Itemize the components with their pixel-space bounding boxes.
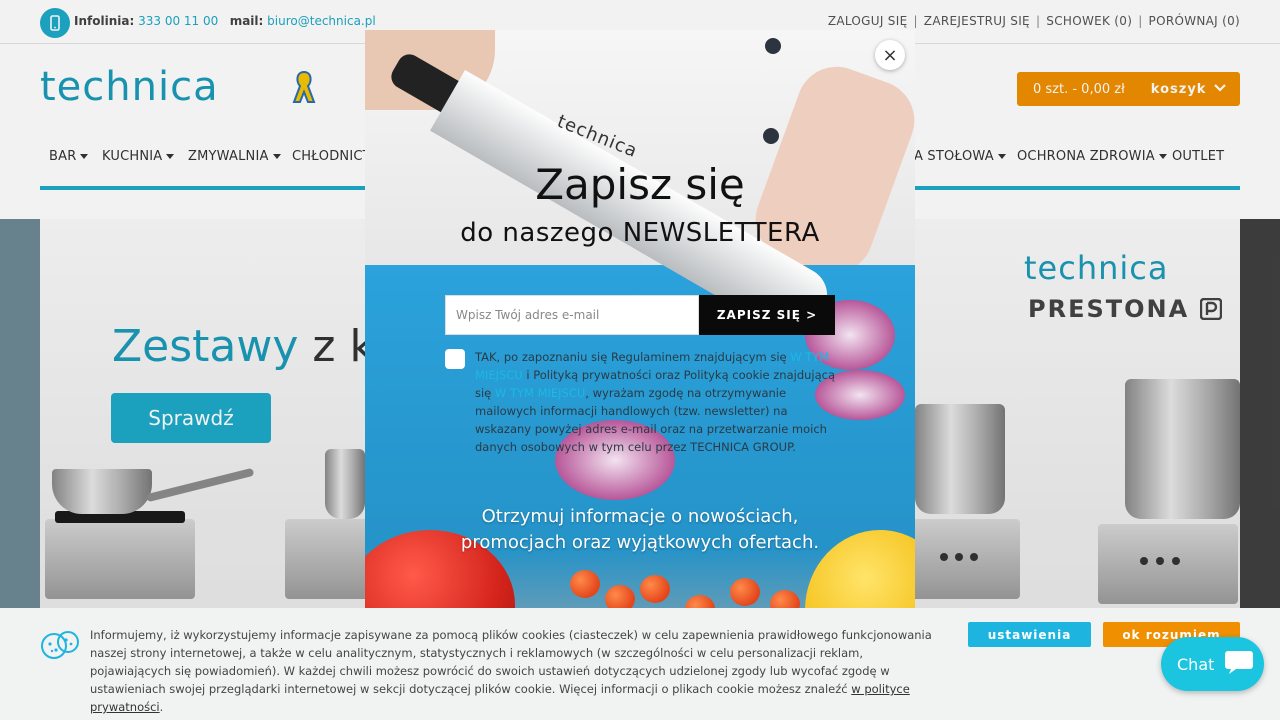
newsletter-email-input[interactable]: Wpisz Twój adres e-mail <box>445 295 699 335</box>
chat-label: Chat <box>1177 654 1215 674</box>
tomato-image <box>640 575 670 603</box>
consent-text: TAK, po zapoznaniu się Regulaminem znajd… <box>475 348 835 456</box>
tomato-image <box>570 570 600 598</box>
modal-subtitle: do naszego NEWSLETTERA <box>460 218 820 248</box>
consent-checkbox[interactable] <box>445 349 465 369</box>
chef-button <box>765 38 781 54</box>
newsletter-modal: technica × Zapisz się do naszego NEWSLET… <box>365 30 915 670</box>
cookie-text-body: Informujemy, iż wykorzystujemy informacj… <box>90 628 932 696</box>
consent-text-part: TAK, po zapoznaniu się Regulaminem znajd… <box>475 350 791 364</box>
cookie-icon <box>40 628 80 662</box>
modal-title: Zapisz się <box>535 160 745 209</box>
promo-line: promocjach oraz wyjątkowych ofertach. <box>460 532 820 553</box>
chef-button <box>763 128 779 144</box>
privacy-link[interactable]: W TYM MIEJSCU <box>495 386 585 400</box>
cookie-text: Informujemy, iż wykorzystujemy informacj… <box>90 628 932 714</box>
promo-text: Otrzymuj informacje o nowościach, promocj… <box>365 504 915 556</box>
chat-widget-button[interactable]: Chat <box>1161 637 1264 691</box>
newsletter-submit-button[interactable]: ZAPISZ SIĘ > <box>699 295 835 335</box>
tomato-image <box>730 578 760 606</box>
cookie-settings-button[interactable]: ustawienia <box>968 622 1091 647</box>
close-button[interactable]: × <box>875 40 905 70</box>
close-icon: × <box>882 44 898 66</box>
cookie-banner: Informujemy, iż wykorzystujemy informacj… <box>0 608 1280 720</box>
chat-bubble-icon <box>1224 648 1254 680</box>
promo-line: Otrzymuj informacje o nowościach, <box>481 506 799 527</box>
